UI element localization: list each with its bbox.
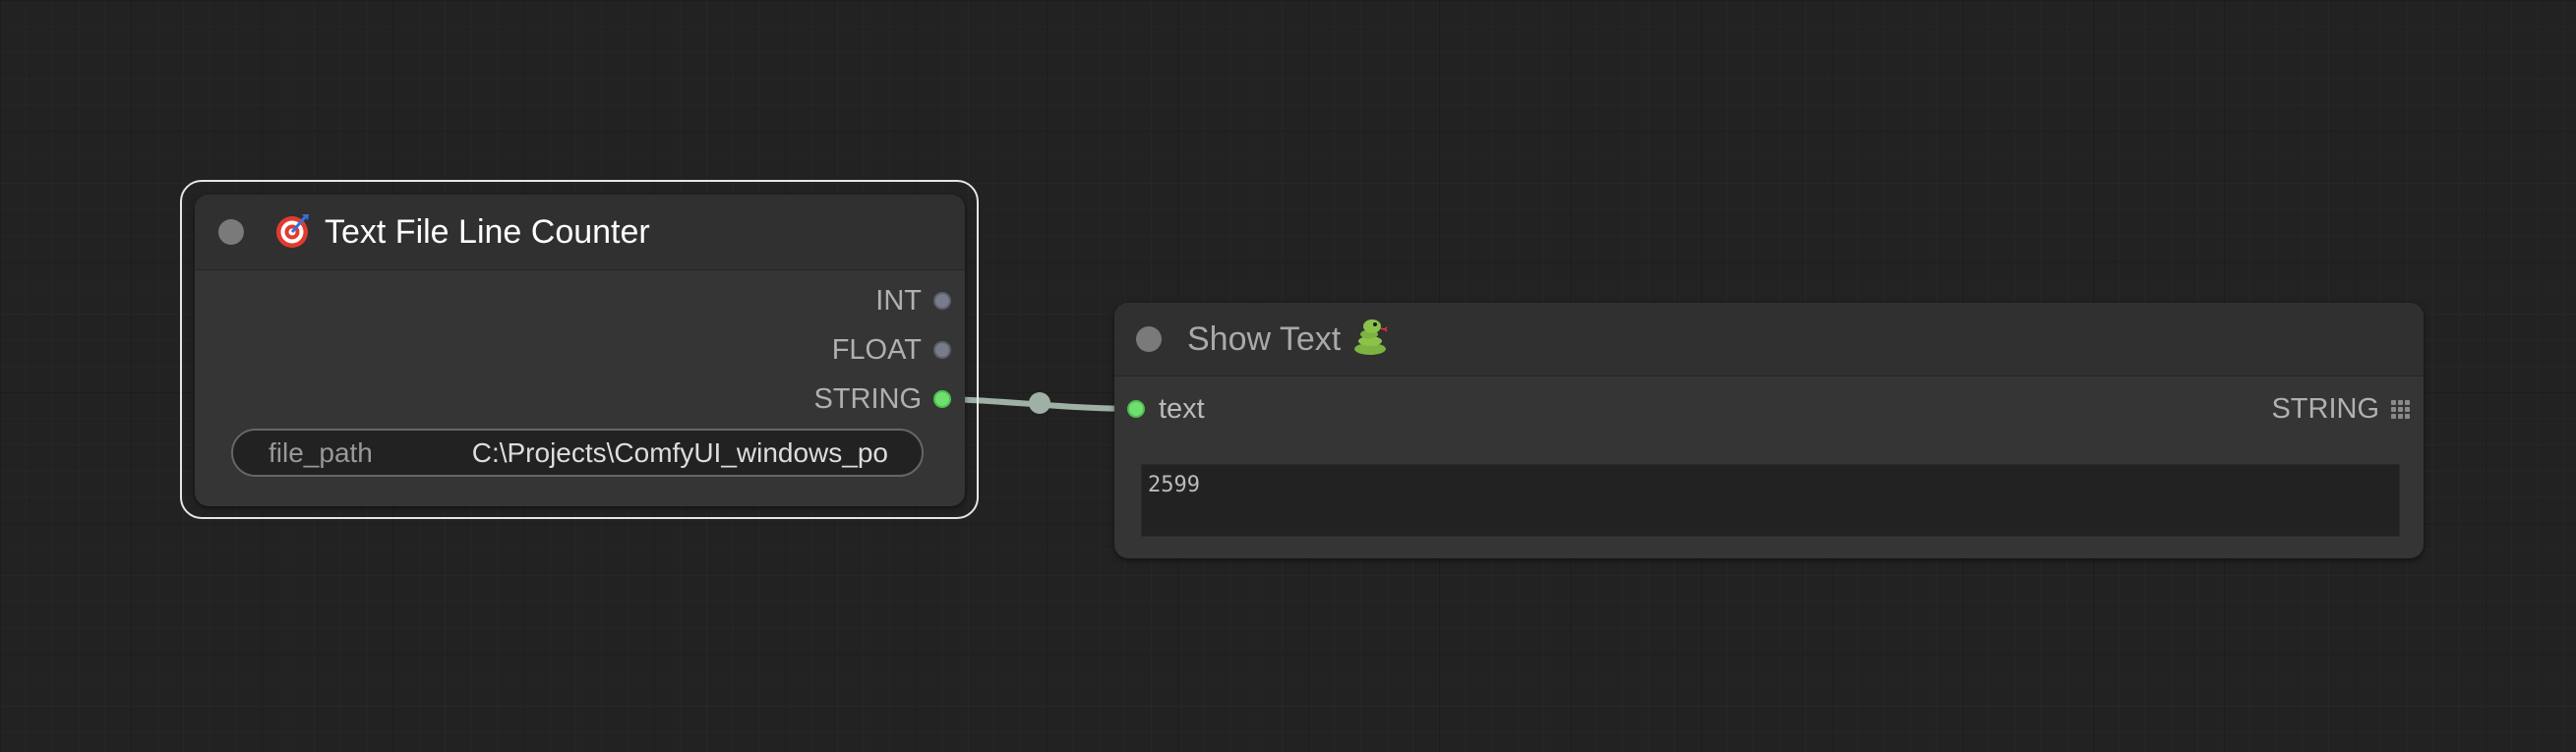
show-text-node[interactable]: Show Text text STRING 2599	[1114, 303, 2424, 558]
file-path-label: file_path	[269, 436, 373, 468]
grid-icon[interactable]	[2391, 399, 2410, 419]
output-slot-float[interactable]	[933, 341, 951, 359]
collapse-toggle[interactable]	[218, 219, 244, 245]
output-int[interactable]: INT	[875, 284, 951, 317]
output-label-int: INT	[875, 284, 922, 317]
file-path-value[interactable]: C:\Projects\ComfyUI_windows_po	[472, 437, 888, 469]
output-label-float: FLOAT	[831, 333, 922, 366]
node-title: Text File Line Counter	[325, 212, 650, 251]
output-slot-string[interactable]	[933, 390, 951, 408]
file-path-widget[interactable]: file_path C:\Projects\ComfyUI_windows_po	[231, 429, 924, 477]
link-center-handle[interactable]	[1029, 392, 1050, 414]
output-string[interactable]: STRING	[813, 382, 951, 415]
output-float[interactable]: FLOAT	[831, 333, 951, 366]
node-title: Show Text	[1187, 319, 1342, 358]
target-icon	[273, 211, 311, 254]
graph-canvas[interactable]: Text File Line Counter INT FLOAT STRING …	[0, 0, 2576, 752]
input-text-row[interactable]: text	[1127, 392, 1205, 425]
output-string[interactable]: STRING	[2271, 392, 2410, 425]
input-label-text: text	[1159, 392, 1205, 425]
output-label-string: STRING	[2271, 392, 2379, 425]
text-display-area[interactable]: 2599	[1141, 464, 2400, 537]
input-slot-text[interactable]	[1127, 400, 1145, 418]
node-header[interactable]: Text File Line Counter	[195, 195, 965, 270]
output-label-string: STRING	[813, 382, 922, 415]
output-slot-int[interactable]	[933, 292, 951, 310]
node-header[interactable]: Show Text	[1114, 303, 2424, 376]
snake-icon	[1350, 318, 1390, 362]
text-file-line-counter-node[interactable]: Text File Line Counter INT FLOAT STRING …	[195, 195, 965, 506]
collapse-toggle[interactable]	[1136, 326, 1162, 352]
